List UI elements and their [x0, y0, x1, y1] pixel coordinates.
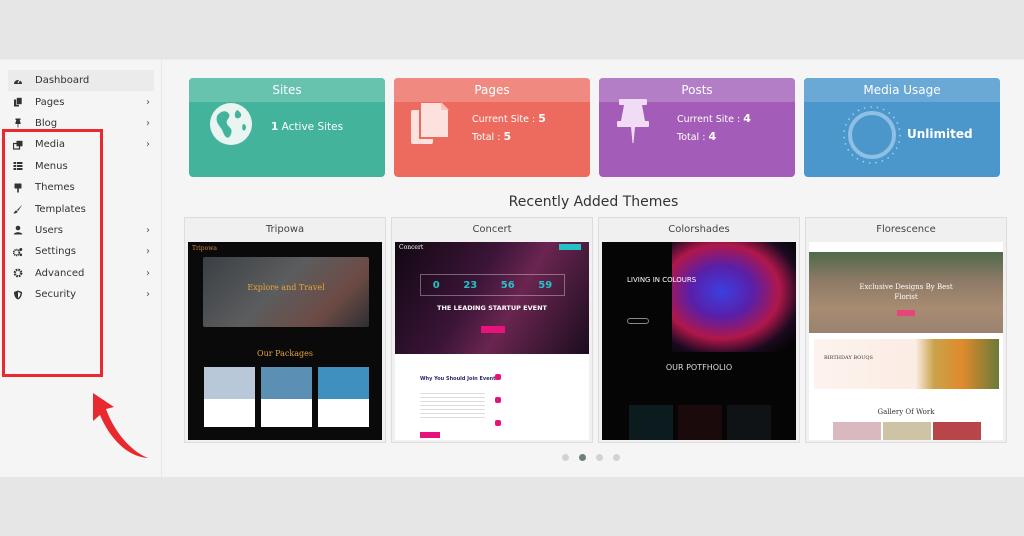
globe-icon [209, 102, 253, 150]
dashboard-icon [12, 75, 24, 87]
chevron-right-icon: › [146, 224, 150, 236]
sites-card-title: Sites [189, 78, 385, 102]
posts-current-site: Current Site : 4 [677, 112, 751, 125]
sites-card[interactable]: Sites 1 Active Sites [189, 78, 385, 177]
user-icon [12, 224, 24, 236]
chevron-right-icon: › [146, 139, 150, 151]
theme-card-florescence[interactable]: Florescence Exclusive Designs By Best Fl… [805, 217, 1007, 443]
sidebar-item-media[interactable]: Media › [8, 134, 154, 155]
sidebar-item-dashboard[interactable]: Dashboard [8, 70, 154, 92]
sidebar-item-label: Pages [35, 96, 65, 108]
media-usage-card[interactable]: Media Usage Unlimited [804, 78, 1000, 177]
theme-card-concert[interactable]: Concert Concert 0 23 56 59 THE LEADING S… [391, 217, 593, 443]
theme-preview-florescence[interactable]: Exclusive Designs By Best Florist BIRTHD… [809, 242, 1003, 440]
sidebar-item-label: Users [35, 224, 64, 236]
sidebar-item-label: Advanced [35, 267, 85, 279]
media-icon [12, 139, 24, 151]
chevron-right-icon: › [146, 96, 150, 108]
carousel-dot-active[interactable] [579, 454, 586, 461]
posts-card[interactable]: Posts Current Site : 4 Total : 4 [599, 78, 795, 177]
sidebar-nav: Dashboard Pages › Blog › Media › Menus T… [8, 70, 154, 305]
sidebar-item-templates[interactable]: Templates [8, 198, 154, 219]
sidebar-item-users[interactable]: Users › [8, 220, 154, 241]
chevron-right-icon: › [146, 117, 150, 129]
theme-name: Concert [472, 223, 512, 235]
media-card-title: Media Usage [804, 78, 1000, 102]
posts-total: Total : 4 [677, 130, 717, 143]
pages-card-title: Pages [394, 78, 590, 102]
pages-total: Total : 5 [472, 130, 512, 143]
shield-icon [12, 289, 24, 301]
paint-roller-icon [12, 182, 24, 194]
chevron-right-icon: › [146, 246, 150, 258]
app-window: Dashboard Pages › Blog › Media › Menus T… [0, 59, 1024, 478]
sidebar-item-label: Blog [35, 117, 58, 129]
sidebar-item-label: Menus [35, 160, 68, 172]
sidebar-item-pages[interactable]: Pages › [8, 91, 154, 112]
carousel-pager [562, 454, 620, 461]
pin-icon [12, 117, 24, 129]
pages-current-site: Current Site : 5 [472, 112, 546, 125]
pin-icon [615, 99, 651, 151]
theme-preview-tripowa[interactable]: Tripowa Explore and Travel Our Packages [188, 242, 382, 440]
chevron-right-icon: › [146, 289, 150, 301]
sidebar-item-advanced[interactable]: Advanced › [8, 263, 154, 284]
brush-icon [12, 203, 24, 215]
sidebar-item-settings[interactable]: Settings › [8, 241, 154, 262]
recent-themes-title: Recently Added Themes [508, 194, 679, 210]
list-icon [12, 160, 24, 172]
sidebar-item-blog[interactable]: Blog › [8, 113, 154, 134]
sidebar-item-security[interactable]: Security › [8, 284, 154, 305]
chevron-right-icon: › [146, 267, 150, 279]
media-usage-value: Unlimited [907, 127, 973, 141]
countdown: 0 23 56 59 [420, 274, 565, 296]
sidebar-item-label: Templates [35, 203, 86, 215]
top-band [0, 0, 1024, 59]
usage-gauge-icon [842, 105, 902, 169]
sites-count-text: 1 Active Sites [271, 121, 344, 133]
sidebar-item-label: Settings [35, 246, 77, 258]
copy-icon [409, 101, 453, 154]
pages-icon [12, 96, 24, 108]
pages-card[interactable]: Pages Current Site : 5 Total : 5 [394, 78, 590, 177]
carousel-dot[interactable] [596, 454, 603, 461]
gear-icon [12, 267, 24, 279]
theme-name: Colorshades [668, 223, 730, 235]
cogs-icon [12, 246, 24, 258]
sidebar-item-label: Security [35, 289, 77, 301]
carousel-dot[interactable] [613, 454, 620, 461]
dashboard-main: Sites 1 Active Sites Pages Current Site … [163, 60, 1024, 478]
theme-name: Tripowa [265, 223, 305, 235]
theme-preview-colorshades[interactable]: LIVING IN COLOURS OUR POTFHOLIO [602, 242, 796, 440]
annotation-arrow-icon [93, 393, 148, 458]
hero-image: Explore and Travel [203, 257, 369, 327]
theme-preview-concert[interactable]: Concert 0 23 56 59 THE LEADING STARTUP E… [395, 242, 589, 440]
theme-card-colorshades[interactable]: Colorshades LIVING IN COLOURS OUR POTFHO… [598, 217, 800, 443]
theme-name: Florescence [876, 223, 936, 235]
sidebar-item-label: Themes [35, 182, 75, 194]
sidebar-item-label: Media [35, 139, 66, 151]
theme-card-tripowa[interactable]: Tripowa Tripowa Explore and Travel Our P… [184, 217, 386, 443]
sidebar-item-label: Dashboard [35, 75, 90, 87]
sidebar-item-themes[interactable]: Themes [8, 177, 154, 198]
carousel-dot[interactable] [562, 454, 569, 461]
bottom-band [0, 477, 1024, 536]
sidebar-item-menus[interactable]: Menus [8, 156, 154, 177]
